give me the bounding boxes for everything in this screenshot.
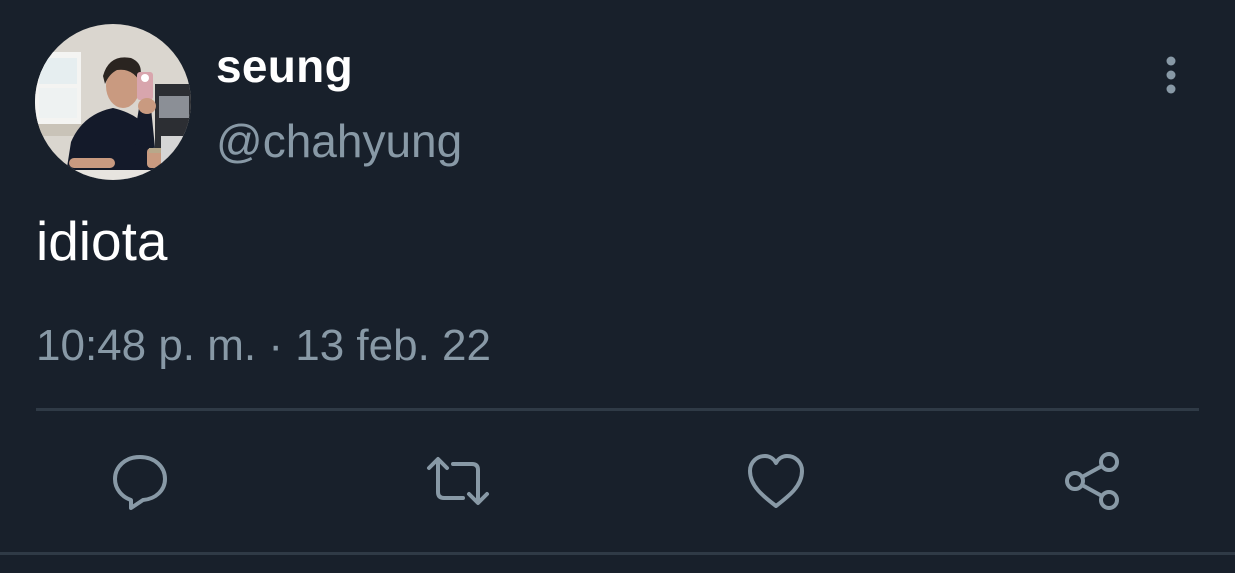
display-name[interactable]: seung	[216, 38, 353, 94]
like-icon	[748, 454, 804, 508]
user-handle[interactable]: @chahyung	[216, 113, 462, 169]
share-icon	[1065, 452, 1119, 510]
reply-button[interactable]	[107, 448, 173, 514]
divider	[36, 408, 1199, 411]
tweet-timestamp[interactable]: 10:48 p. m. · 13 feb. 22	[36, 318, 491, 374]
retweet-button[interactable]	[425, 448, 491, 514]
share-button[interactable]	[1061, 448, 1127, 514]
tweet-text: idiota	[36, 210, 168, 272]
bottom-divider	[0, 552, 1235, 555]
more-vertical-icon	[1166, 56, 1176, 94]
retweet-icon	[427, 457, 489, 505]
like-button[interactable]	[743, 448, 809, 514]
reply-icon	[113, 455, 167, 510]
tweet-detail: seung @chahyung idiota 10:48 p. m. · 13 …	[0, 0, 1235, 573]
more-options-button[interactable]	[1150, 50, 1192, 100]
avatar-photo	[35, 24, 191, 180]
avatar[interactable]	[35, 24, 191, 180]
